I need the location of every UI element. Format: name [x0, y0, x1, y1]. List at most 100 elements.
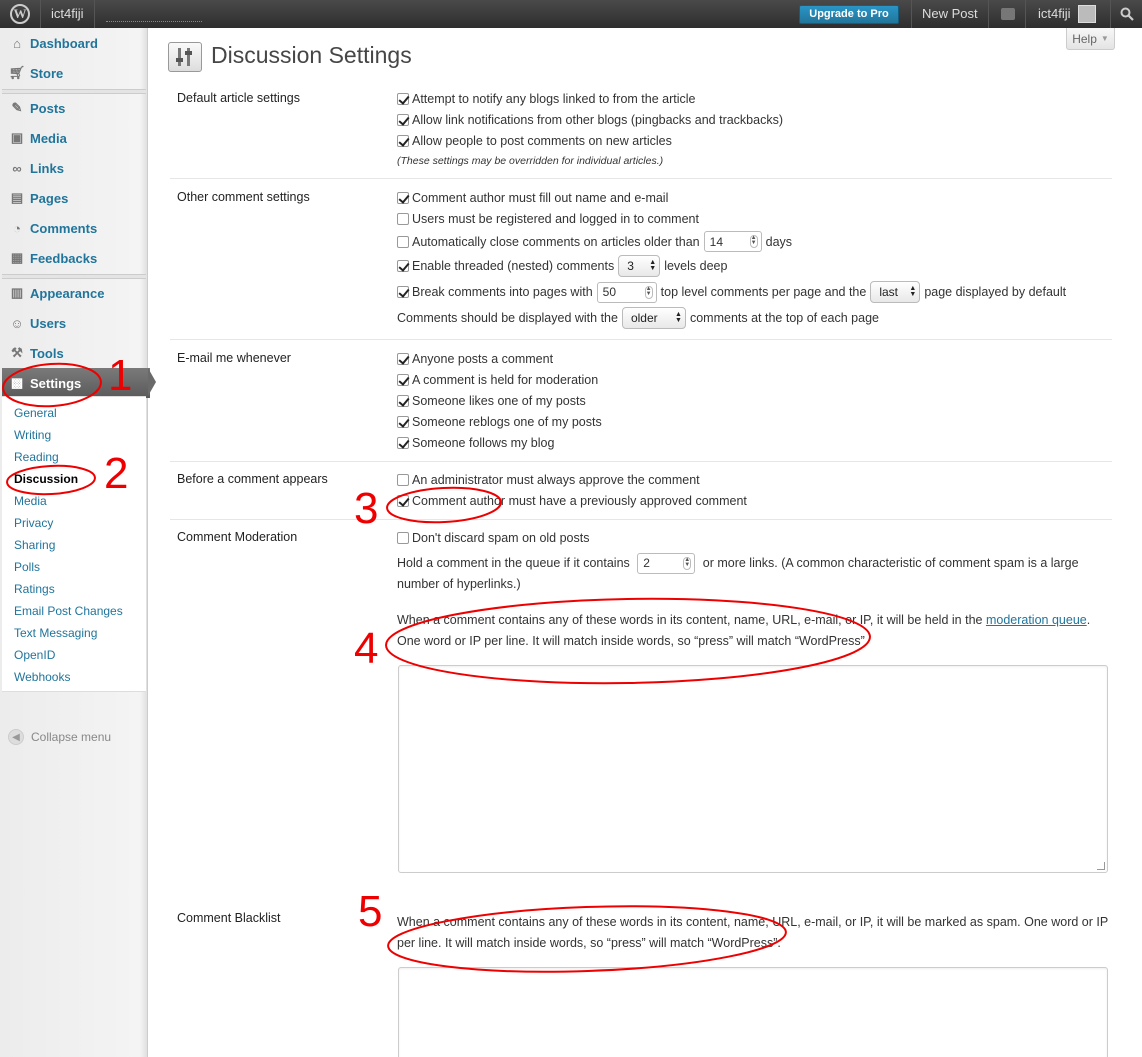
settings-icon: ▩ [10, 375, 24, 390]
checkbox-unchecked[interactable] [397, 532, 409, 544]
submenu-sharing[interactable]: Sharing [14, 538, 55, 552]
submenu-discussion[interactable]: Discussion [14, 472, 78, 486]
allow-comments-checkbox[interactable]: Allow people to post comments on new art… [397, 134, 672, 148]
wordpress-logo-icon[interactable]: W [0, 0, 40, 28]
page-title: Discussion Settings [211, 42, 412, 68]
comment-order-select[interactable]: older ▲ ▼ [621, 307, 686, 329]
resize-handle-icon[interactable] [1097, 862, 1105, 870]
paginate-comments-option: Break comments into pages with 50 ▲ ▼ top … [397, 281, 1066, 303]
menu-item-comments[interactable]: ◔ Comments [2, 213, 146, 243]
checkbox-unchecked[interactable] [397, 474, 409, 486]
search-icon[interactable] [1110, 0, 1142, 28]
checkbox-unchecked[interactable] [397, 213, 409, 225]
user-menu[interactable]: ict4fiji [1030, 0, 1079, 28]
submenu-openid[interactable]: OpenID [14, 648, 55, 662]
new-post-link[interactable]: New Post [911, 0, 989, 28]
checkbox-checked[interactable] [397, 93, 409, 105]
users-icon: ☺ [10, 315, 24, 331]
email-anyone-posts-checkbox[interactable]: Anyone posts a comment [397, 352, 553, 366]
site-name-link[interactable]: ict4fiji [40, 0, 95, 28]
paginate-checkbox[interactable] [397, 286, 409, 298]
option-label: Allow people to post comments on new art… [412, 134, 672, 148]
email-held-moderation-checkbox[interactable]: A comment is held for moderation [397, 373, 598, 387]
menu-item-feedbacks[interactable]: ▦ Feedbacks [2, 243, 146, 273]
option-label: comments at the top of each page [689, 311, 879, 325]
select-value: older [630, 311, 658, 325]
menu-item-users[interactable]: ☺ Users [2, 308, 146, 338]
max-links-input[interactable]: 2 ▲ ▼ [637, 553, 696, 574]
comment-icon: ◔ [13, 220, 21, 236]
menu-label: Settings [30, 375, 82, 391]
require-registration-checkbox[interactable]: Users must be registered and logged in t… [397, 212, 699, 226]
upgrade-button[interactable]: Upgrade to Pro [799, 5, 899, 24]
blacklist-keys-textarea[interactable] [398, 967, 1108, 1057]
stepper-arrows-icon[interactable]: ▲ ▼ [749, 235, 758, 248]
checkbox-checked[interactable] [397, 495, 409, 507]
allow-pingbacks-checkbox[interactable]: Allow link notifications from other blog… [397, 113, 783, 127]
cart-icon: 🛒︎ [8, 65, 26, 80]
threaded-checkbox[interactable] [397, 260, 409, 272]
submenu-privacy[interactable]: Privacy [14, 516, 53, 530]
collapse-menu-label: Collapse menu [31, 730, 112, 744]
submenu-media[interactable]: Media [14, 494, 47, 508]
moderation-queue-link[interactable]: moderation queue [986, 613, 1087, 627]
collapse-menu-button[interactable]: ◀ Collapse menu [8, 729, 111, 745]
input-value: 2 [643, 556, 650, 570]
option-label: days [765, 234, 793, 249]
menu-item-dashboard[interactable]: ⌂ Dashboard [2, 28, 146, 58]
checkbox-checked[interactable] [397, 114, 409, 126]
close-days-input[interactable]: 14 ▲ ▼ [703, 231, 762, 252]
auto-close-checkbox[interactable] [397, 235, 409, 248]
keep-spam-checkbox[interactable]: Don't discard spam on old posts [397, 531, 589, 545]
comments-per-page-input[interactable]: 50 ▲ ▼ [596, 281, 657, 303]
submenu-ratings[interactable]: Ratings [14, 582, 55, 596]
checkbox-checked[interactable] [397, 353, 409, 365]
option-label: Someone reblogs one of my posts [412, 415, 602, 429]
checkbox-checked[interactable] [397, 395, 409, 407]
feedback-icon: ▦ [10, 250, 24, 265]
option-label: Allow link notifications from other blog… [412, 113, 784, 127]
submenu-general[interactable]: General [14, 406, 57, 420]
checkbox-checked[interactable] [397, 437, 409, 449]
thread-depth-select[interactable]: 3 ▲ ▼ [618, 255, 661, 277]
submenu-email-post-changes[interactable]: Email Post Changes [14, 604, 123, 618]
checkbox-checked[interactable] [397, 416, 409, 428]
link-icon: ∞ [12, 160, 22, 176]
submenu-text-messaging[interactable]: Text Messaging [14, 626, 97, 640]
admin-approve-checkbox[interactable]: An administrator must always approve the… [397, 473, 700, 487]
moderation-keys-textarea[interactable] [398, 665, 1108, 873]
notifications-icon[interactable] [990, 0, 1026, 28]
submenu-webhooks[interactable]: Webhooks [14, 670, 70, 684]
option-label: A comment is held for moderation [412, 373, 599, 387]
row-separator [170, 178, 1112, 179]
email-likes-checkbox[interactable]: Someone likes one of my posts [397, 394, 586, 408]
menu-label: Appearance [30, 285, 105, 301]
submenu-writing[interactable]: Writing [14, 428, 51, 442]
help-tab-button[interactable]: Help ▼ [1066, 28, 1115, 50]
chevron-down-icon: ▼ [1100, 34, 1109, 43]
previously-approved-checkbox[interactable]: Comment author must have a previously ap… [397, 494, 747, 508]
menu-item-store[interactable]: 🛒︎ Store [2, 58, 146, 88]
require-name-email-checkbox[interactable]: Comment author must fill out name and e-… [397, 191, 668, 205]
stepper-arrows-icon[interactable]: ▲ ▼ [644, 285, 653, 299]
avatar[interactable] [1078, 5, 1096, 23]
menu-item-pages[interactable]: ▤ Pages [2, 183, 146, 213]
override-note: (These settings may be overridden for in… [397, 155, 664, 167]
email-reblogs-checkbox[interactable]: Someone reblogs one of my posts [397, 415, 602, 429]
checkbox-checked[interactable] [397, 192, 409, 204]
admin-sidebar: ⌂ Dashboard 🛒︎ Store ✎ Posts ▣ Media ∞ Links … [0, 28, 150, 1057]
email-follows-checkbox[interactable]: Someone follows my blog [397, 436, 554, 450]
default-page-select[interactable]: last ▲ ▼ [870, 281, 921, 303]
menu-item-media[interactable]: ▣ Media [2, 123, 146, 153]
menu-label: Posts [30, 100, 66, 116]
menu-item-links[interactable]: ∞ Links [2, 153, 146, 183]
menu-item-appearance[interactable]: ▥ Appearance [2, 278, 146, 308]
menu-item-posts[interactable]: ✎ Posts [2, 93, 146, 123]
submenu-reading[interactable]: Reading [14, 450, 59, 464]
notify-blogs-checkbox[interactable]: Attempt to notify any blogs linked to fr… [397, 92, 695, 106]
checkbox-checked[interactable] [397, 374, 409, 386]
stepper-arrows-icon[interactable]: ▲ ▼ [683, 557, 692, 570]
checkbox-checked[interactable] [397, 135, 409, 147]
page-icon: ▤ [10, 190, 24, 205]
submenu-polls[interactable]: Polls [14, 560, 40, 574]
